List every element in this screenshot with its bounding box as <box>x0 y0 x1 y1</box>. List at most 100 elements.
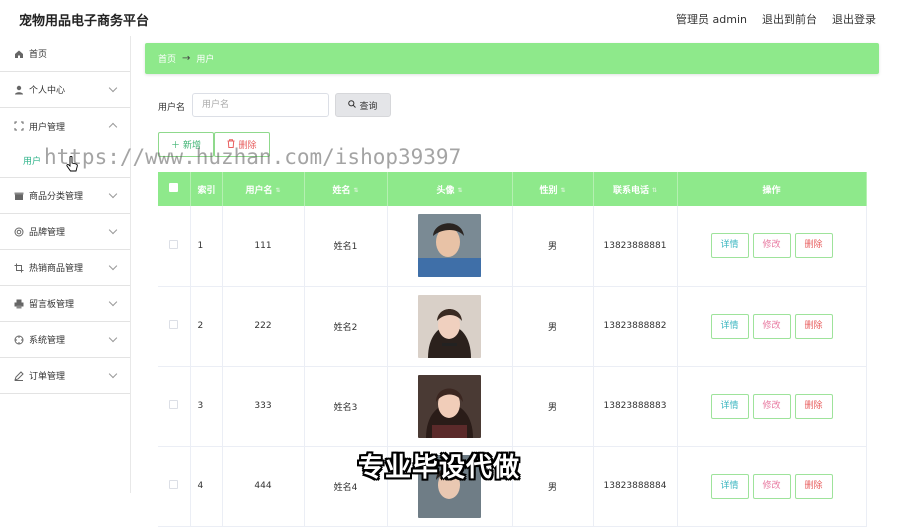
cell-name: 姓名3 <box>304 366 388 447</box>
row-select-cell[interactable] <box>158 206 191 287</box>
trash-icon <box>227 138 235 151</box>
table-row: 3 333 姓名3 男 13823888883 详情 修改 删除 <box>158 366 867 447</box>
sidebar-item-profile[interactable]: 个人中心 <box>0 72 130 108</box>
column-header-label: 联系电话 <box>612 185 649 196</box>
column-header-username[interactable]: 用户名 ⇅ <box>222 172 305 206</box>
search-button[interactable]: 查询 <box>335 93 391 117</box>
cell-phone: 13823888881 <box>593 206 678 287</box>
chevron-down-icon <box>108 83 118 93</box>
edit-button[interactable]: 修改 <box>752 473 791 499</box>
detail-button[interactable]: 详情 <box>710 393 749 419</box>
add-button-label: 新增 <box>183 141 202 151</box>
select-all-checkbox[interactable] <box>169 183 179 192</box>
sidebar-item-category[interactable]: 商品分类管理 <box>0 178 130 214</box>
logout-link[interactable]: 退出登录 <box>832 11 876 27</box>
target-icon <box>13 226 24 237</box>
column-header-label: 性别 <box>539 185 558 196</box>
promo-caption: 专业毕设代做 <box>358 453 521 483</box>
column-header-name[interactable]: 姓名 ⇅ <box>304 172 388 206</box>
cell-index: 2 <box>190 286 223 367</box>
sidebar-item-label: 留言板管理 <box>29 300 75 310</box>
sidebar-item-orders[interactable]: 订单管理 <box>0 358 130 394</box>
cell-phone: 13823888884 <box>593 446 678 527</box>
admin-label: 管理员 admin <box>676 13 747 26</box>
sidebar-item-label: 热销商品管理 <box>29 264 84 274</box>
chevron-down-icon <box>108 297 118 307</box>
sidebar-item-hot-products[interactable]: 热销商品管理 <box>0 250 130 286</box>
row-checkbox[interactable] <box>169 480 179 489</box>
delete-button[interactable]: 删除 <box>794 393 833 419</box>
column-header-gender[interactable]: 性别 ⇅ <box>512 172 594 206</box>
sidebar-item-system[interactable]: 系统管理 <box>0 322 130 358</box>
cell-phone: 13823888882 <box>593 286 678 367</box>
cell-actions: 详情 修改 删除 <box>677 446 867 527</box>
edit-icon <box>13 370 24 381</box>
settings-icon <box>13 334 24 345</box>
cell-index: 3 <box>190 366 223 447</box>
breadcrumb-home[interactable]: 首页 <box>158 52 176 65</box>
breadcrumb: 首页 → 用户 <box>145 43 879 74</box>
column-header-label: 头像 <box>436 185 455 196</box>
delete-button[interactable]: 删除 <box>794 313 833 339</box>
edit-button[interactable]: 修改 <box>752 313 791 339</box>
add-button[interactable]: ＋ 新增 <box>158 132 214 157</box>
detail-button[interactable]: 详情 <box>710 473 749 499</box>
sidebar-item-label: 首页 <box>29 50 48 60</box>
username-search-input[interactable]: 用户名 <box>192 93 329 117</box>
sidebar-item-brand[interactable]: 品牌管理 <box>0 214 130 250</box>
shop-icon <box>13 190 24 201</box>
cell-gender: 男 <box>512 446 594 527</box>
delete-button[interactable]: 删除 <box>794 233 833 259</box>
sort-icon[interactable]: ⇅ <box>353 187 358 194</box>
sort-icon[interactable]: ⇅ <box>275 187 280 194</box>
row-select-cell[interactable] <box>158 286 191 367</box>
delete-button-label: 删除 <box>238 141 257 151</box>
plus-icon: ＋ <box>170 141 180 151</box>
main-content: 首页 → 用户 用户名 用户名 查询 ＋ 新增 删除 索引 用户名 ⇅ 姓名 ⇅… <box>145 36 880 527</box>
back-to-front-link[interactable]: 退出到前台 <box>762 11 817 27</box>
sidebar-item-users[interactable]: 用户管理 <box>0 108 130 144</box>
row-select-cell[interactable] <box>158 446 191 527</box>
batch-delete-button[interactable]: 删除 <box>214 132 270 157</box>
row-select-cell[interactable] <box>158 366 191 447</box>
detail-button[interactable]: 详情 <box>710 313 749 339</box>
mouse-cursor-icon <box>66 155 78 176</box>
sidebar-item-label: 订单管理 <box>29 372 66 382</box>
sidebar-item-label: 用户管理 <box>29 122 66 133</box>
sort-icon[interactable]: ⇅ <box>457 187 462 194</box>
column-header-label: 用户名 <box>245 185 273 196</box>
sidebar-item-messages[interactable]: 留言板管理 <box>0 286 130 322</box>
select-all-cell[interactable] <box>158 172 191 206</box>
sidebar-item-label: 系统管理 <box>29 336 66 346</box>
edit-button[interactable]: 修改 <box>752 233 791 259</box>
top-links: 管理员 admin 退出到前台 退出登录 <box>676 11 876 27</box>
column-header-avatar[interactable]: 头像 ⇅ <box>387 172 513 206</box>
delete-button[interactable]: 删除 <box>794 473 833 499</box>
column-header-phone[interactable]: 联系电话 ⇅ <box>593 172 678 206</box>
sidebar: 首页 个人中心 用户管理 用户 商品分类管理 品牌管理 热销商品管理 留言板管理… <box>0 36 131 493</box>
cell-name: 姓名2 <box>304 286 388 367</box>
table-row: 2 222 姓名2 男 13823888882 详情 修改 删除 <box>158 286 867 367</box>
cell-actions: 详情 修改 删除 <box>677 366 867 447</box>
sort-icon[interactable]: ⇅ <box>652 187 657 194</box>
top-bar: 宠物用品电子商务平台 管理员 admin 退出到前台 退出登录 <box>0 0 900 36</box>
cell-gender: 男 <box>512 206 594 287</box>
sort-icon[interactable]: ⇅ <box>560 187 565 194</box>
row-checkbox[interactable] <box>169 239 179 249</box>
crop-icon <box>13 262 24 273</box>
table-header-row: 索引 用户名 ⇅ 姓名 ⇅ 头像 ⇅ 性别 ⇅ 联系电话 ⇅ 操作 <box>158 172 867 206</box>
cell-avatar <box>387 206 513 287</box>
search-icon <box>348 99 357 111</box>
cell-index: 1 <box>190 206 223 287</box>
row-checkbox[interactable] <box>169 400 179 409</box>
row-checkbox[interactable] <box>169 320 179 329</box>
breadcrumb-arrow-icon: → <box>182 53 191 64</box>
cell-username: 444 <box>222 446 305 527</box>
sidebar-subitem-users[interactable]: 用户 <box>0 144 130 178</box>
cell-actions: 详情 修改 删除 <box>677 286 867 367</box>
sidebar-item-home[interactable]: 首页 <box>0 36 130 72</box>
cell-gender: 男 <box>512 286 594 367</box>
detail-button[interactable]: 详情 <box>710 233 749 259</box>
cell-username: 111 <box>222 206 305 287</box>
edit-button[interactable]: 修改 <box>752 393 791 419</box>
